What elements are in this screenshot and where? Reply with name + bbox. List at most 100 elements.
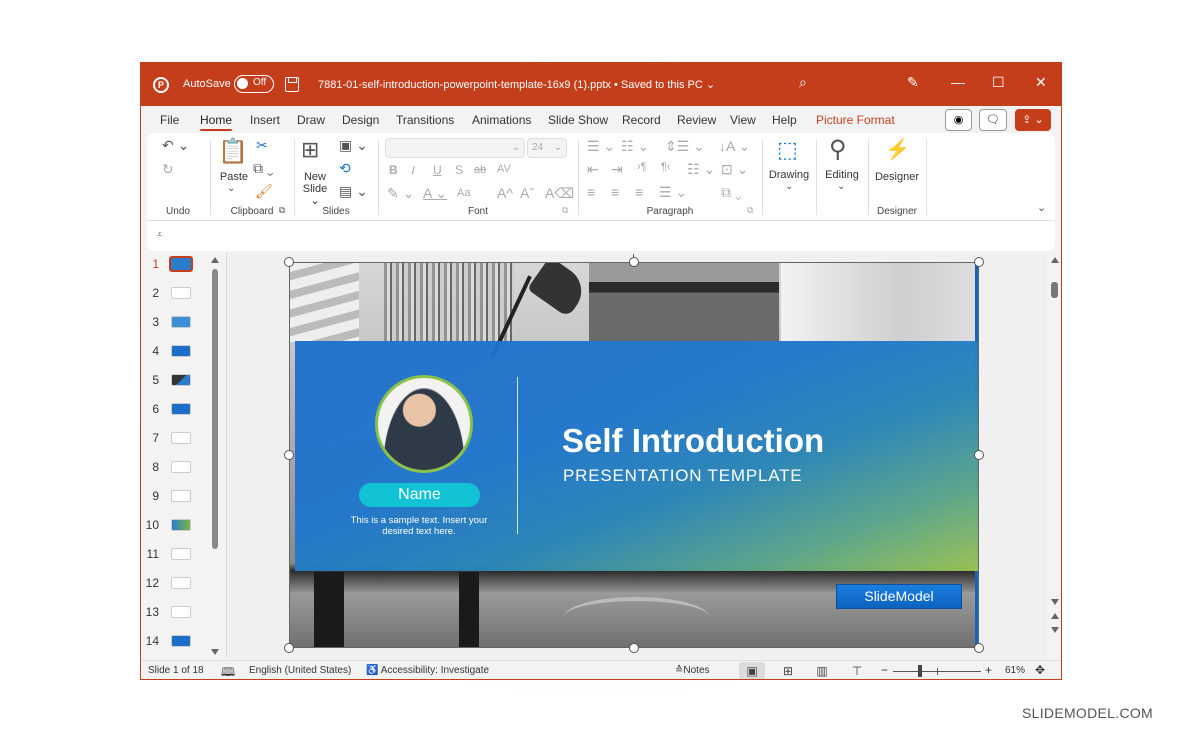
slidemodel-brand-badge[interactable]: SlideModel: [836, 584, 962, 609]
dialog-launcher-icon[interactable]: ⧉: [562, 205, 568, 216]
sample-text[interactable]: This is a sample text. Insert your desir…: [344, 515, 494, 537]
strikethrough-button[interactable]: ab: [474, 164, 486, 176]
change-case-button[interactable]: Aa: [457, 187, 470, 199]
resize-handle-top-right[interactable]: [974, 257, 984, 267]
editing-group[interactable]: ⚲ Editing ⌄: [817, 133, 867, 221]
paste-icon[interactable]: 📋: [218, 137, 248, 166]
smartart-icon[interactable]: ⧉ ⌄: [721, 184, 742, 201]
tab-file[interactable]: File: [160, 113, 179, 127]
share-button[interactable]: ⇪ ⌄: [1015, 109, 1051, 131]
bold-button[interactable]: B: [389, 163, 398, 177]
increase-font-size-button[interactable]: A^: [497, 185, 513, 201]
thumbnail-item[interactable]: 7: [141, 429, 211, 449]
slide-subtitle[interactable]: PRESENTATION TEMPLATE: [563, 466, 802, 486]
tab-transitions[interactable]: Transitions: [396, 113, 454, 127]
scroll-down-icon[interactable]: [1051, 599, 1059, 605]
zoom-level[interactable]: 61%: [1005, 665, 1025, 676]
thumbnails-scrollbar[interactable]: [209, 253, 221, 658]
copy-icon[interactable]: ⧉ ⌄: [253, 160, 274, 177]
thumbnail-item[interactable]: 4: [141, 342, 211, 362]
tab-draw[interactable]: Draw: [297, 113, 325, 127]
thumbnail-item[interactable]: 1: [141, 255, 211, 275]
slide-sorter-button[interactable]: ⊞: [775, 662, 801, 679]
name-label[interactable]: Name: [359, 483, 480, 507]
new-slide-icon[interactable]: ⊞: [301, 137, 319, 163]
zoom-slider-thumb[interactable]: [918, 665, 922, 677]
thumbnail-item[interactable]: 13: [141, 603, 211, 623]
decrease-indent-icon[interactable]: ⇤: [587, 161, 599, 178]
zoom-out-button[interactable]: −: [881, 663, 888, 677]
scroll-up-icon[interactable]: [211, 257, 219, 263]
designer-pen-icon[interactable]: ✎: [907, 74, 919, 91]
thumbnail-item[interactable]: 14: [141, 632, 211, 652]
tab-review[interactable]: Review: [677, 113, 716, 127]
reset-icon[interactable]: ⟲: [339, 160, 351, 177]
tab-picture-format[interactable]: Picture Format: [816, 113, 895, 127]
fit-to-window-icon[interactable]: ✥: [1035, 663, 1045, 677]
align-left-icon[interactable]: ≡: [587, 184, 595, 200]
font-size-combo[interactable]: 24 ⌄: [527, 138, 567, 158]
minimize-icon[interactable]: —: [951, 74, 965, 90]
collapse-ribbon-icon[interactable]: ⌄: [1037, 201, 1046, 214]
underline-button[interactable]: U: [433, 163, 442, 177]
thumbnail-item[interactable]: 9: [141, 487, 211, 507]
resize-handle-left[interactable]: [284, 450, 294, 460]
drawing-group[interactable]: ⬚ Drawing ⌄: [763, 133, 815, 221]
text-direction-icon[interactable]: ↓A ⌄: [719, 138, 750, 155]
thumbnail-item[interactable]: 5: [141, 371, 211, 391]
resize-handle-top-left[interactable]: [284, 257, 294, 267]
columns-icon[interactable]: ☷ ⌄: [687, 161, 715, 178]
text-shadow-button[interactable]: S: [455, 163, 463, 177]
redo-icon[interactable]: ↻: [162, 161, 174, 178]
decrease-font-size-button[interactable]: Aˇ: [520, 185, 534, 201]
tab-slide-show[interactable]: Slide Show: [548, 113, 608, 127]
canvas-scrollbar[interactable]: [1047, 253, 1061, 658]
slide-title[interactable]: Self Introduction: [562, 422, 824, 460]
align-text-icon[interactable]: ⊡ ⌄: [721, 161, 748, 178]
dialog-launcher-icon[interactable]: ⧉: [747, 205, 753, 216]
resize-handle-top[interactable]: [629, 257, 639, 267]
align-right-icon[interactable]: ≡: [635, 184, 643, 200]
thumbnail-item[interactable]: 12: [141, 574, 211, 594]
zoom-in-button[interactable]: +: [985, 663, 992, 677]
thumbnail-item[interactable]: 6: [141, 400, 211, 420]
font-color-icon[interactable]: A ⌄: [423, 185, 447, 202]
layout-icon[interactable]: ▣ ⌄: [339, 137, 368, 154]
spell-check-icon[interactable]: 🕮: [221, 663, 235, 679]
tab-view[interactable]: View: [730, 113, 756, 127]
designer-icon[interactable]: ⚡: [885, 137, 910, 162]
designer-button-label[interactable]: Designer: [869, 171, 925, 183]
numbering-icon[interactable]: ☷ ⌄: [621, 138, 649, 155]
tab-help[interactable]: Help: [772, 113, 797, 127]
clear-formatting-icon[interactable]: A⌫: [545, 185, 574, 202]
tab-home[interactable]: Home: [200, 113, 233, 131]
scroll-down-icon[interactable]: [211, 649, 219, 655]
save-icon[interactable]: [285, 77, 299, 92]
new-slide-label[interactable]: New Slide ⌄: [297, 171, 333, 207]
resize-handle-right[interactable]: [974, 450, 984, 460]
tab-design[interactable]: Design: [342, 113, 379, 127]
rtl-icon[interactable]: ¶‹: [661, 161, 671, 173]
notes-button[interactable]: ≙Notes: [675, 665, 710, 676]
previous-slide-icon[interactable]: [1051, 613, 1059, 619]
resize-handle-bottom-left[interactable]: [284, 643, 294, 653]
italic-button[interactable]: I: [411, 163, 415, 178]
scrollbar-thumb[interactable]: [1051, 282, 1058, 298]
maximize-icon[interactable]: ☐: [992, 74, 1005, 91]
thumbnail-item[interactable]: 3: [141, 313, 211, 333]
autosave-toggle[interactable]: Off: [234, 75, 274, 93]
record-button[interactable]: ◉: [945, 109, 972, 131]
thumbnail-item[interactable]: 8: [141, 458, 211, 478]
slide[interactable]: Name This is a sample text. Insert your …: [289, 262, 979, 648]
cut-icon[interactable]: ✂: [256, 137, 268, 154]
font-name-combo[interactable]: ⌄: [385, 138, 525, 158]
scrollbar-thumb[interactable]: [212, 269, 218, 549]
comments-button[interactable]: 🗨: [979, 109, 1007, 131]
tab-animations[interactable]: Animations: [472, 113, 531, 127]
section-icon[interactable]: ▤ ⌄: [339, 183, 368, 200]
reading-view-button[interactable]: ▥: [809, 662, 835, 679]
undo-icon[interactable]: ↶ ⌄: [162, 137, 189, 154]
normal-view-button[interactable]: ▣: [739, 662, 765, 679]
thumbnail-item[interactable]: 10: [141, 516, 211, 536]
document-title[interactable]: 7881-01-self-introduction-powerpoint-tem…: [318, 78, 715, 91]
